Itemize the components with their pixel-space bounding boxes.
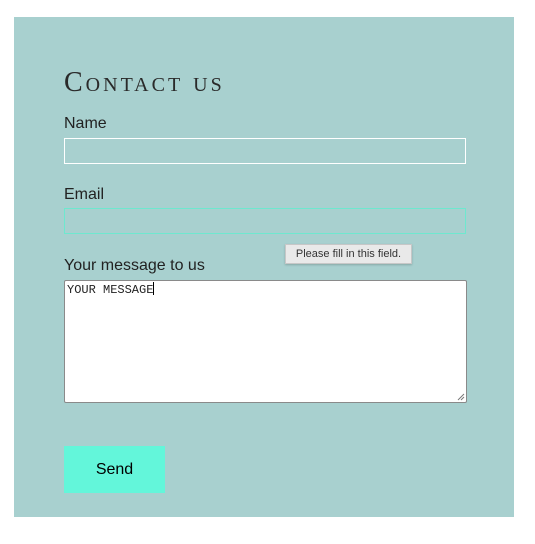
message-text: YOUR MESSAGE <box>67 283 154 297</box>
text-caret <box>153 282 155 295</box>
send-button[interactable]: Send <box>64 446 165 493</box>
email-label: Email <box>64 186 105 203</box>
name-label: Name <box>64 115 107 132</box>
name-field[interactable] <box>64 138 466 164</box>
page-title: Contact us <box>64 67 225 98</box>
contact-form-panel: Contact us Name Email Your message to us… <box>14 17 514 517</box>
validation-tooltip: Please fill in this field. <box>285 244 412 264</box>
message-textarea[interactable]: YOUR MESSAGE <box>64 280 467 403</box>
email-field[interactable] <box>64 208 466 234</box>
message-label: Your message to us <box>64 257 205 274</box>
resize-handle-icon[interactable] <box>457 393 465 401</box>
